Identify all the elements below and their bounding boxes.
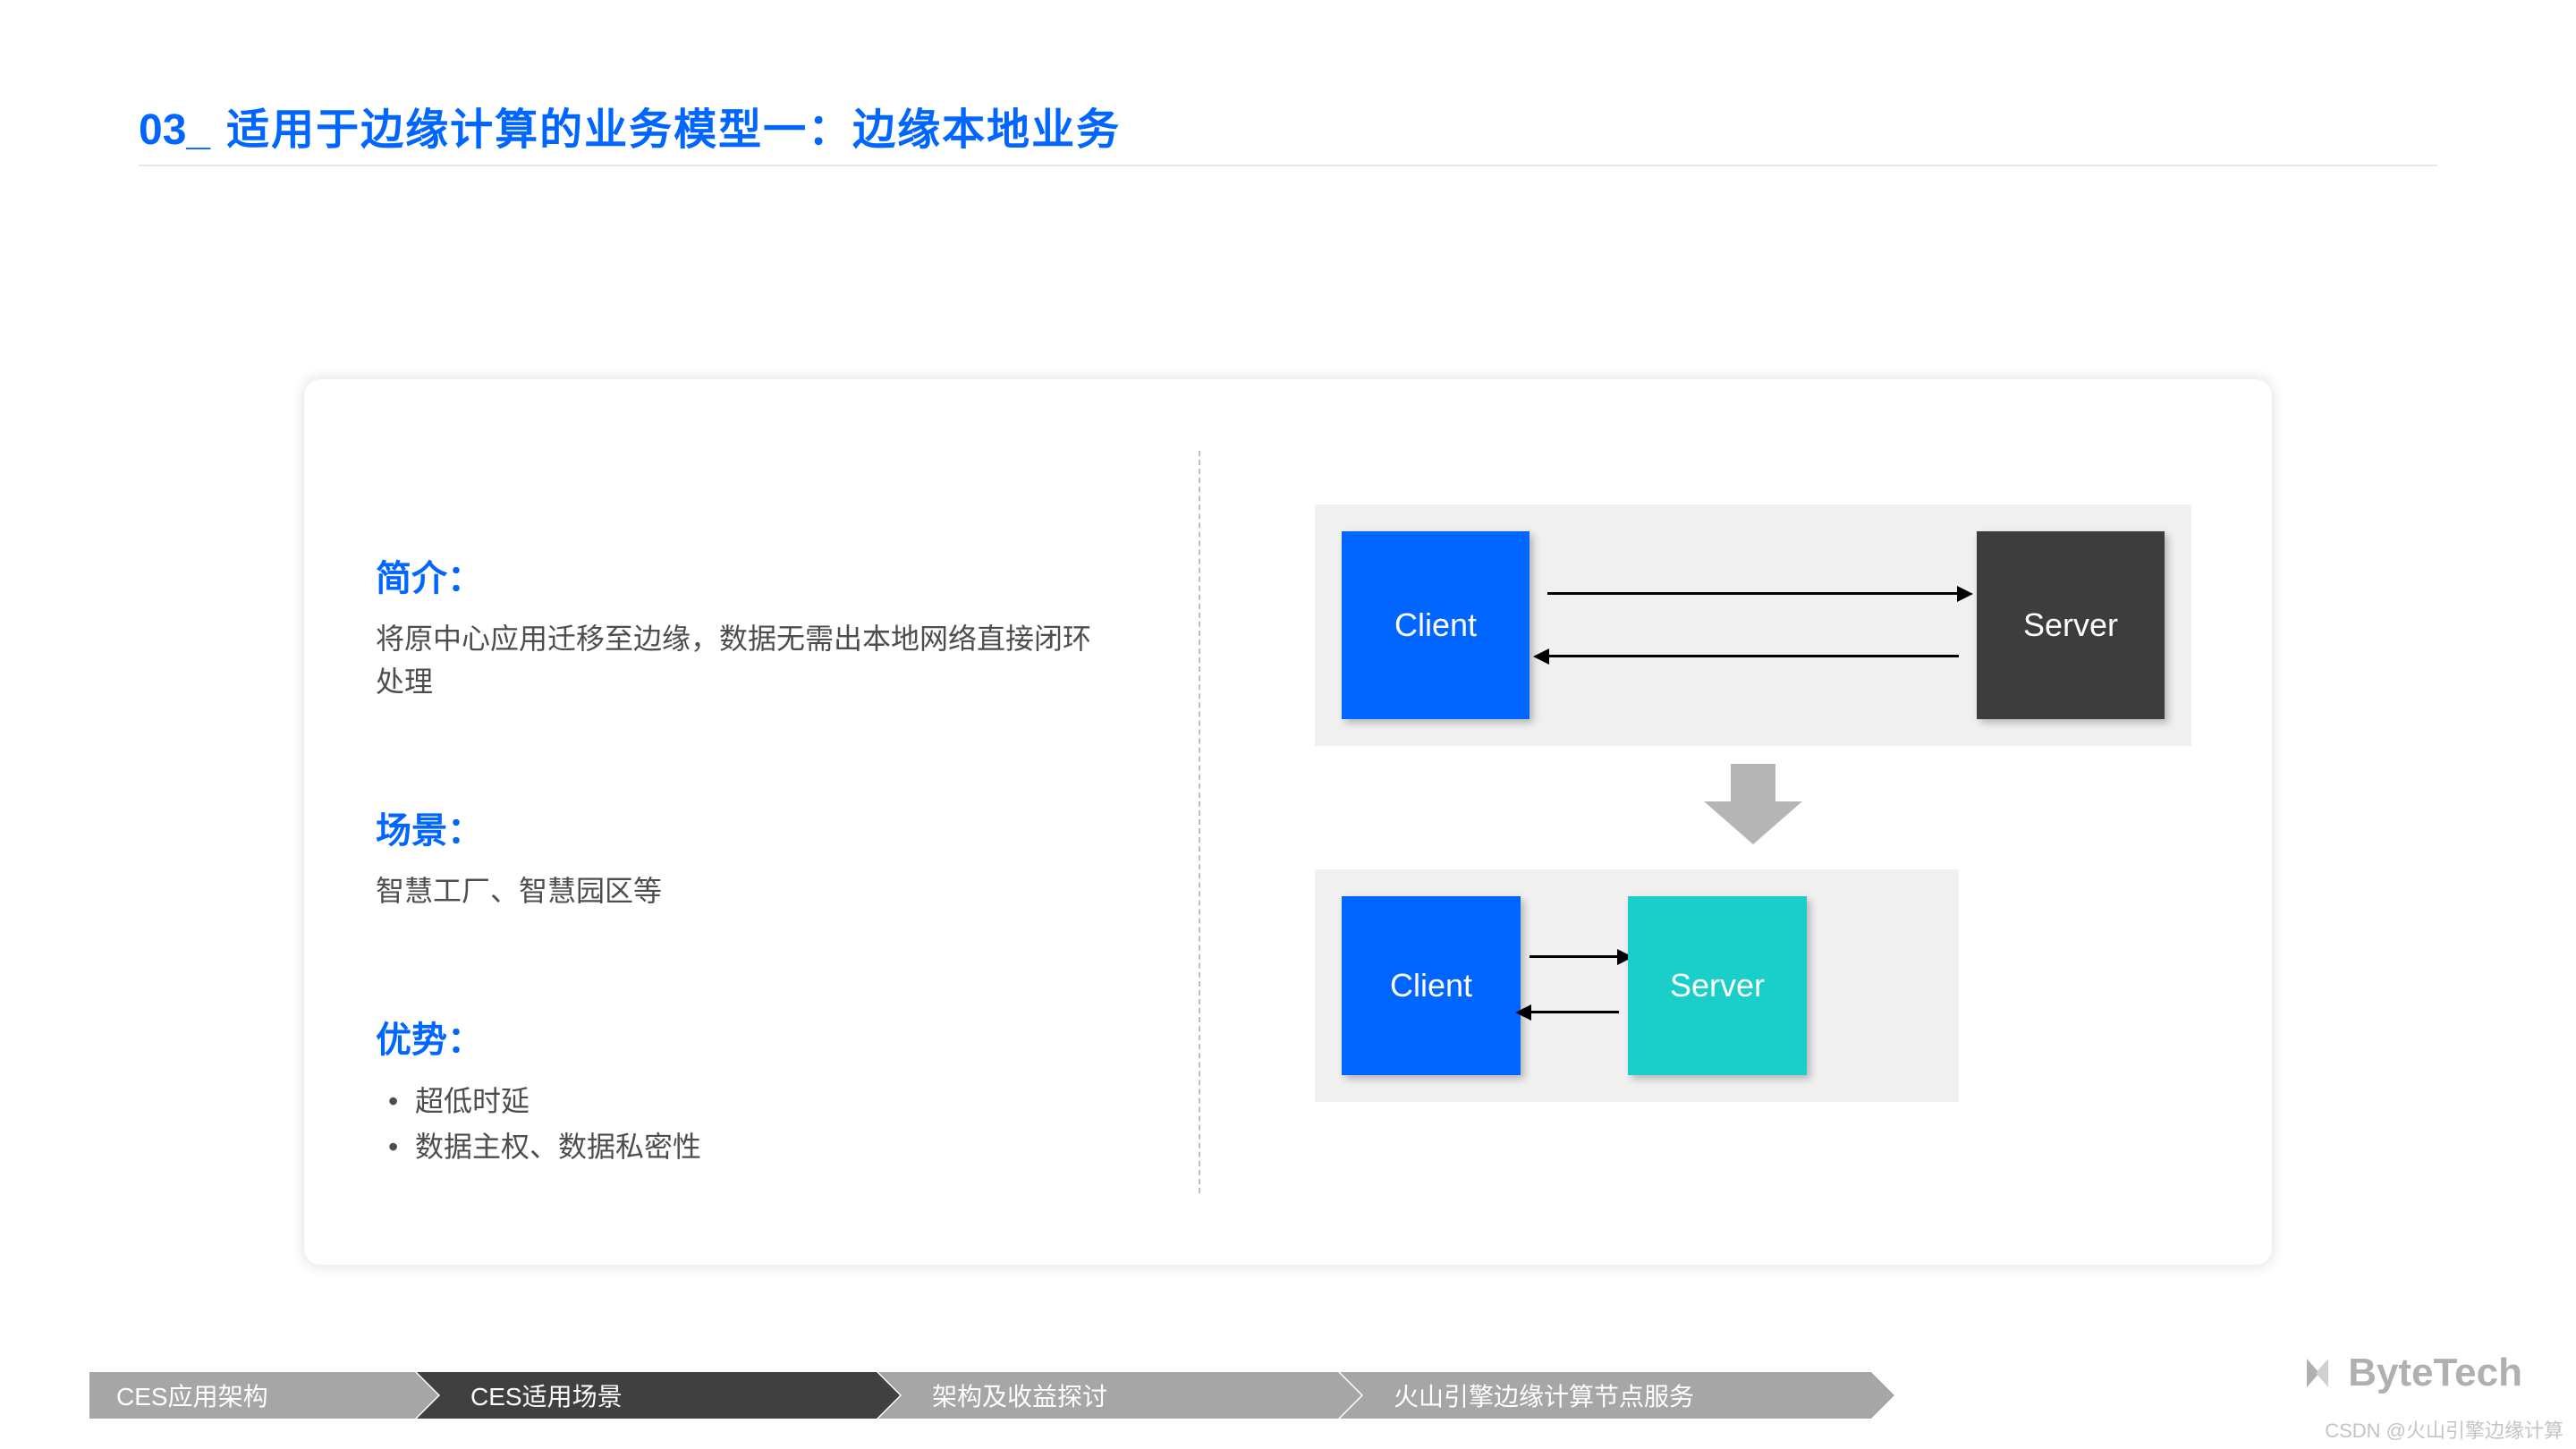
section-intro: 简介： 将原中心应用迁移至边缘，数据无需出本地网络直接闭环处理 [376, 549, 1091, 703]
nav-item-label: CES适用场景 [470, 1377, 623, 1413]
nav-item-label: 火山引擎边缘计算节点服务 [1394, 1377, 1694, 1413]
slide-title: 03_ 适用于边缘计算的业务模型一：边缘本地业务 [139, 94, 1121, 157]
intro-body: 将原中心应用迁移至边缘，数据无需出本地网络直接闭环处理 [376, 617, 1091, 703]
arrowhead-left-icon [1515, 1004, 1531, 1021]
title-number: 03_ [139, 106, 210, 155]
scenario-body: 智慧工厂、智慧园区等 [376, 869, 1091, 912]
bottom-nav: CES应用架构 CES适用场景 架构及收益探讨 火山引擎边缘计算节点服务 [89, 1372, 1873, 1419]
vertical-divider [1199, 451, 1200, 1193]
client-box-bottom: Client [1342, 896, 1521, 1075]
bytetech-logo: ByteTech [2300, 1351, 2522, 1395]
nav-item-services[interactable]: 火山引擎边缘计算节点服务 [1340, 1372, 1894, 1419]
scenario-heading: 场景： [376, 801, 1091, 853]
nav-item-scenarios[interactable]: CES适用场景 [417, 1372, 900, 1419]
big-down-arrow [1315, 764, 2191, 844]
arrow-right-icon [1547, 592, 1959, 595]
arrows-bottom [1530, 948, 1619, 1023]
section-scenario: 场景： 智慧工厂、智慧园区等 [376, 801, 1091, 912]
intro-heading: 简介： [376, 549, 1091, 601]
advantage-item: 超低时延 [376, 1079, 1091, 1124]
diagram-panel-top: Client Server [1315, 504, 2191, 746]
title-text: 适用于边缘计算的业务模型一：边缘本地业务 [226, 94, 1121, 157]
arrow-left-icon [1530, 1011, 1619, 1013]
diagram-panel-bottom: Client Server [1315, 869, 1959, 1102]
nav-item-label: 架构及收益探讨 [932, 1377, 1107, 1413]
server-box-top: Server [1977, 531, 2165, 719]
watermark: CSDN @火山引擎边缘计算 [2325, 1415, 2563, 1444]
server-box-bottom: Server [1628, 896, 1807, 1075]
nav-item-discussion[interactable]: 架构及收益探讨 [878, 1372, 1361, 1419]
arrowhead-right-icon [1957, 586, 1973, 602]
advantage-list: 超低时延 数据主权、数据私密性 [376, 1079, 1091, 1170]
nav-item-architecture[interactable]: CES应用架构 [89, 1372, 438, 1419]
left-column: 简介： 将原中心应用迁移至边缘，数据无需出本地网络直接闭环处理 场景： 智慧工厂… [376, 549, 1091, 1170]
arrow-left-icon [1547, 655, 1959, 657]
down-arrow-icon [1704, 764, 1802, 844]
arrow-right-icon [1530, 955, 1619, 958]
advantage-item: 数据主权、数据私密性 [376, 1124, 1091, 1170]
section-advantage: 优势： 超低时延 数据主权、数据私密性 [376, 1011, 1091, 1170]
content-card: 简介： 将原中心应用迁移至边缘，数据无需出本地网络直接闭环处理 场景： 智慧工厂… [304, 379, 2272, 1265]
bytetech-icon [2300, 1355, 2335, 1391]
advantage-heading: 优势： [376, 1011, 1091, 1063]
client-box-top: Client [1342, 531, 1530, 719]
arrows-top [1547, 585, 1959, 665]
nav-item-label: CES应用架构 [116, 1377, 268, 1413]
diagram-area: Client Server Client [1315, 504, 2209, 1102]
arrowhead-left-icon [1533, 648, 1549, 665]
title-underline [139, 165, 2437, 166]
bytetech-logo-text: ByteTech [2348, 1351, 2522, 1395]
